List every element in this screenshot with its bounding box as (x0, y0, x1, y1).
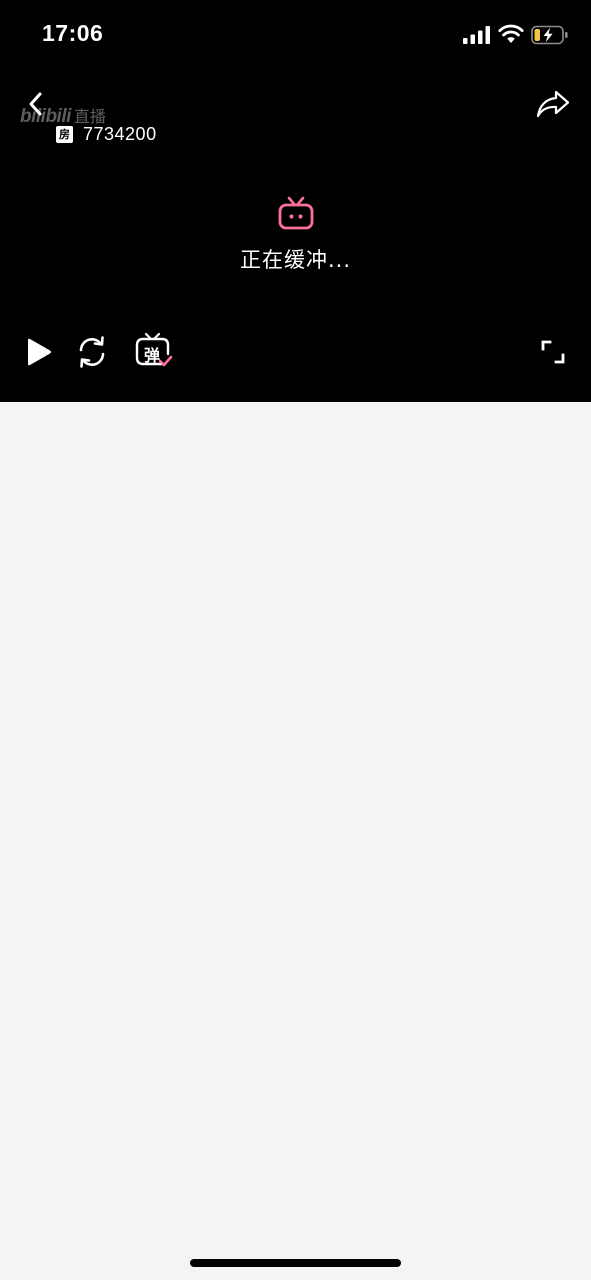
home-indicator[interactable] (190, 1259, 401, 1267)
play-button[interactable] (22, 335, 56, 369)
fullscreen-icon (541, 340, 565, 364)
refresh-icon (79, 336, 105, 368)
share-arrow-icon (536, 90, 570, 118)
cellular-signal-icon (463, 26, 490, 44)
battery-charging-icon (531, 25, 568, 45)
danmaku-label: 弹 (143, 346, 160, 365)
play-icon (28, 338, 51, 366)
back-button[interactable] (20, 88, 52, 120)
refresh-button[interactable] (74, 334, 110, 370)
room-badge: 房 (56, 126, 73, 143)
chevron-left-icon (29, 92, 42, 116)
bilibili-tv-icon (278, 196, 314, 230)
room-number: 7734200 (83, 124, 157, 144)
screen: 17:06 bilibili 直播 房 7734200 正在缓冲... 弹 (0, 0, 591, 1280)
status-bar: 17:06 (0, 0, 591, 72)
status-time: 17:06 (42, 20, 104, 46)
danmaku-toggle-button[interactable]: 弹 (134, 332, 174, 370)
buffering-status: 正在缓冲... (239, 248, 352, 272)
video-player[interactable]: 17:06 bilibili 直播 房 7734200 正在缓冲... 弹 (0, 0, 591, 402)
fullscreen-button[interactable] (539, 338, 567, 366)
share-button[interactable] (533, 86, 573, 122)
wifi-icon (498, 24, 524, 43)
room-info: 房 7734200 (56, 124, 157, 145)
